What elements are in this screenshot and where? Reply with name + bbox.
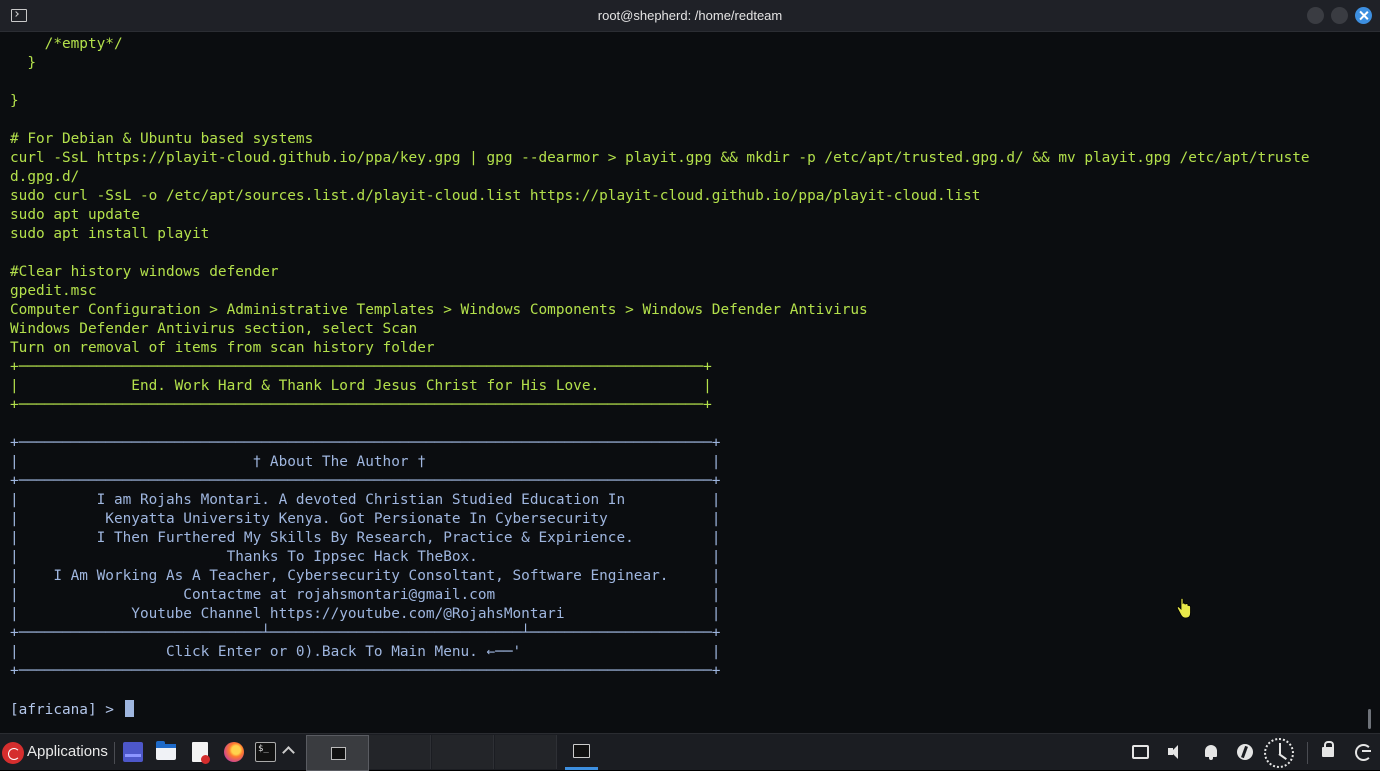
terminal-line: +───────────────────────────────────────… — [10, 663, 721, 679]
terminal-line: sudo curl -SsL -o /etc/apt/sources.list.… — [10, 188, 981, 204]
terminal-line: +───────────────────────────────────────… — [10, 435, 721, 451]
terminal-line: } — [10, 93, 19, 109]
taskbar: Applications — [0, 733, 1380, 771]
clock-icon[interactable] — [1264, 738, 1294, 768]
terminal-line: Computer Configuration > Administrative … — [10, 302, 868, 318]
taskbar-separator — [114, 742, 115, 764]
terminal-line: +───────────────────────────────────────… — [10, 359, 712, 375]
taskbar-terminal-window[interactable] — [563, 734, 599, 770]
terminal-line: | I Then Furthered My Skills By Research… — [10, 530, 721, 546]
close-button[interactable] — [1355, 7, 1372, 24]
terminal-line: +────────────────────────────┴──────────… — [10, 625, 721, 641]
terminal-line: | I Am Working As A Teacher, Cybersecuri… — [10, 568, 721, 584]
terminal-launcher-icon[interactable] — [255, 742, 276, 762]
title-bar[interactable]: root@shepherd: /home/redteam — [0, 0, 1380, 32]
terminal-line: Windows Defender Antivirus section, sele… — [10, 321, 418, 337]
applications-label: Applications — [27, 743, 108, 760]
terminal-line: | Youtube Channel https://youtube.com/@R… — [10, 606, 721, 622]
terminal-line: +───────────────────────────────────────… — [10, 397, 712, 413]
network-icon[interactable] — [1132, 745, 1149, 759]
pointer-hand-icon — [1177, 598, 1191, 619]
terminal-line: curl -SsL https://playit-cloud.github.io… — [10, 150, 1310, 166]
workspace-4[interactable] — [495, 735, 557, 769]
terminal-line: gpedit.msc — [10, 283, 97, 299]
scrollbar-thumb[interactable] — [1368, 709, 1371, 729]
chevron-up-icon[interactable] — [282, 746, 295, 759]
terminal-line: } — [10, 55, 36, 71]
lock-screen-icon[interactable] — [1322, 741, 1334, 757]
distro-logo-icon — [2, 742, 24, 764]
minimize-button[interactable] — [1307, 7, 1324, 24]
terminal-line: /*empty*/ — [10, 36, 123, 52]
workspace-2[interactable] — [369, 735, 431, 769]
workspace-3[interactable] — [432, 735, 494, 769]
terminal-line: | Thanks To Ippsec Hack TheBox. | — [10, 549, 721, 565]
terminal-icon — [573, 744, 590, 758]
command-prompt[interactable]: [africana] > — [10, 700, 134, 720]
terminal-line: | † About The Author † | — [10, 454, 721, 470]
terminal-line: | Kenyatta University Kenya. Got Persion… — [10, 511, 721, 527]
text-cursor — [124, 700, 134, 717]
terminal-line: | End. Work Hard & Thank Lord Jesus Chri… — [10, 378, 712, 394]
power-manager-icon[interactable] — [1237, 744, 1253, 760]
prompt-text: [africana] > — [10, 702, 123, 718]
terminal-thumbnail-icon — [331, 747, 346, 760]
terminal-line: sudo apt install playit — [10, 226, 210, 242]
terminal-line: Turn on removal of items from scan histo… — [10, 340, 435, 356]
terminal-line: +───────────────────────────────────────… — [10, 473, 721, 489]
terminal-line: d.gpg.d/ — [10, 169, 80, 185]
firefox-icon[interactable] — [224, 742, 244, 762]
terminal-line: sudo apt update — [10, 207, 140, 223]
applications-menu-button[interactable]: Applications — [0, 734, 112, 770]
workspace-1[interactable] — [306, 735, 369, 771]
maximize-button[interactable] — [1331, 7, 1348, 24]
terminal-line: | Click Enter or 0).Back To Main Menu. ←… — [10, 644, 721, 660]
logout-icon[interactable] — [1355, 744, 1372, 761]
terminal-line: | I am Rojahs Montari. A devoted Christi… — [10, 492, 721, 508]
window-title: root@shepherd: /home/redteam — [597, 8, 783, 23]
notifications-bell-icon[interactable] — [1203, 744, 1219, 760]
taskbar-separator — [1307, 742, 1308, 764]
terminal-line: #Clear history windows defender — [10, 264, 279, 280]
terminal-line: # For Debian & Ubuntu based systems — [10, 131, 314, 147]
text-editor-icon[interactable] — [192, 742, 210, 764]
volume-icon[interactable] — [1168, 744, 1184, 760]
file-manager-icon[interactable] — [156, 741, 176, 760]
terminal-output[interactable]: /*empty*/ }} # For Debian & Ubuntu based … — [10, 35, 1370, 725]
show-desktop-icon[interactable] — [123, 742, 143, 762]
terminal-line: | Contactme at rojahsmontari@gmail.com | — [10, 587, 721, 603]
terminal-window: root@shepherd: /home/redteam /*empty*/ }… — [0, 0, 1380, 733]
